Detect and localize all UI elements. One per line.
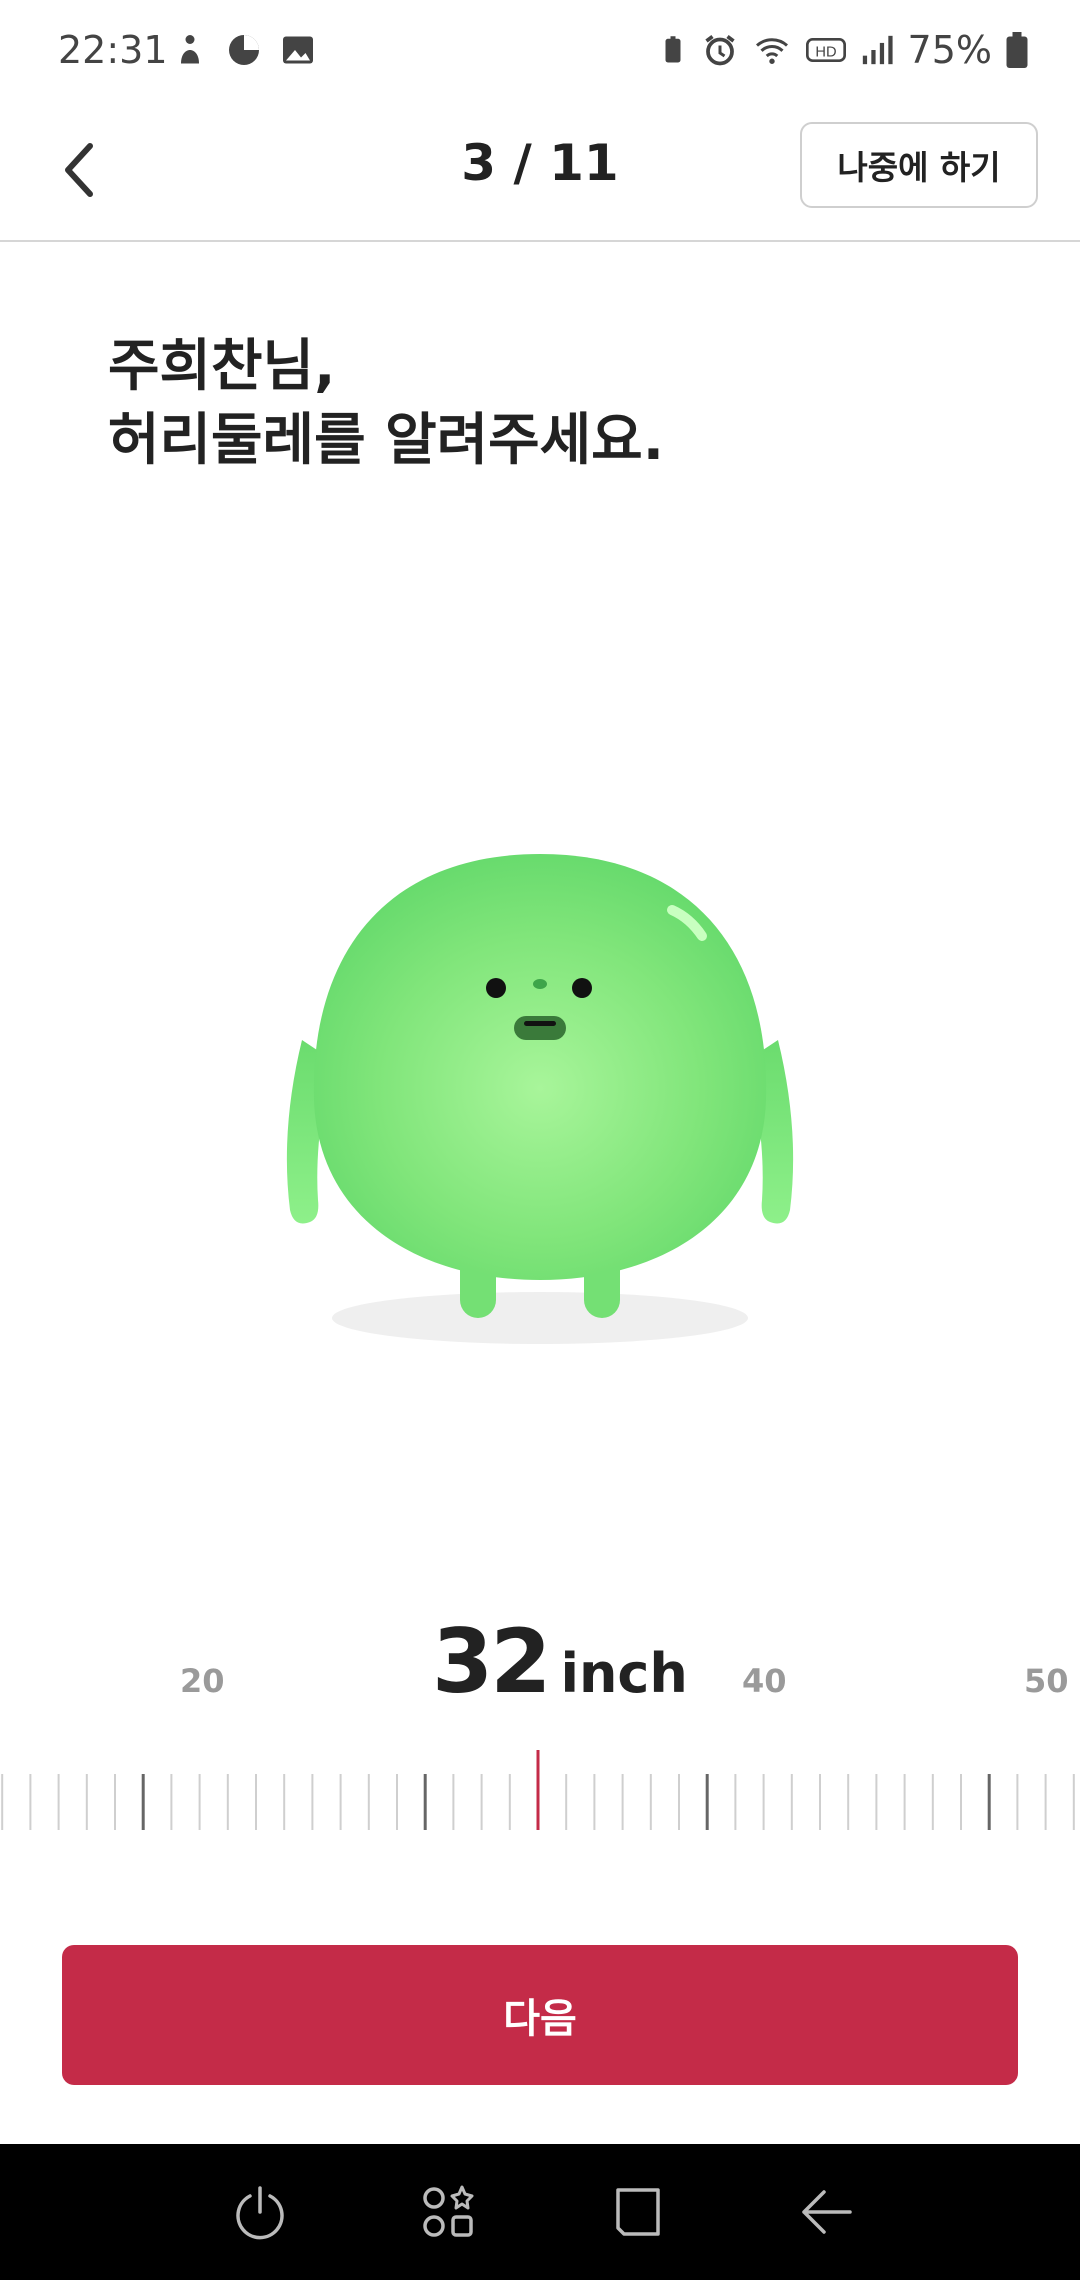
next-button[interactable]: 다음 (62, 1945, 1018, 2085)
signal-icon (862, 35, 893, 65)
question-line-1: 주희찬님, (108, 334, 336, 399)
question-title: 주희찬님, 허리둘레를 알려주세요. (108, 330, 664, 478)
svg-text:HD: HD (815, 45, 836, 61)
tick-label-50: 50 (1024, 1662, 1069, 1700)
battery-saver-icon (665, 36, 681, 63)
recents-icon[interactable] (608, 2182, 668, 2242)
question-line-2: 허리둘레를 알려주세요. (108, 408, 664, 473)
battery-icon (1006, 32, 1028, 68)
selected-value: 32 inch (432, 1610, 688, 1713)
ruler-ticks (1, 1750, 1075, 1830)
wifi-icon (755, 38, 788, 64)
green-blob-mascot (286, 854, 794, 1344)
alarm-icon (704, 35, 735, 66)
back-nav-icon[interactable] (796, 2182, 856, 2242)
activity-icon (181, 35, 199, 64)
power-icon[interactable] (230, 2182, 290, 2242)
status-time: 22:31 (58, 28, 168, 72)
later-button[interactable]: 나중에 하기 (800, 122, 1038, 208)
pie-chart-icon (229, 35, 259, 65)
waist-unit: inch (560, 1642, 688, 1705)
navigation-bar (0, 2144, 1080, 2280)
tick-label-20: 20 (180, 1662, 225, 1700)
character-illustration (270, 840, 810, 1360)
status-bar: 22:31 HD 75% (0, 0, 1080, 100)
waist-value: 32 (432, 1610, 551, 1713)
ruler-slider[interactable] (0, 1740, 1080, 1830)
notification-icons (172, 32, 316, 68)
apps-icon[interactable] (418, 2182, 478, 2242)
system-icons: HD 75% (658, 28, 1028, 72)
header: 3 / 11 나중에 하기 (0, 100, 1080, 242)
battery-percent: 75% (907, 28, 992, 72)
value-display: 20 32 inch 40 50 (0, 1610, 1080, 1720)
image-icon (283, 36, 313, 64)
hd-voice-icon: HD (805, 38, 846, 62)
tick-label-40: 40 (742, 1662, 787, 1700)
